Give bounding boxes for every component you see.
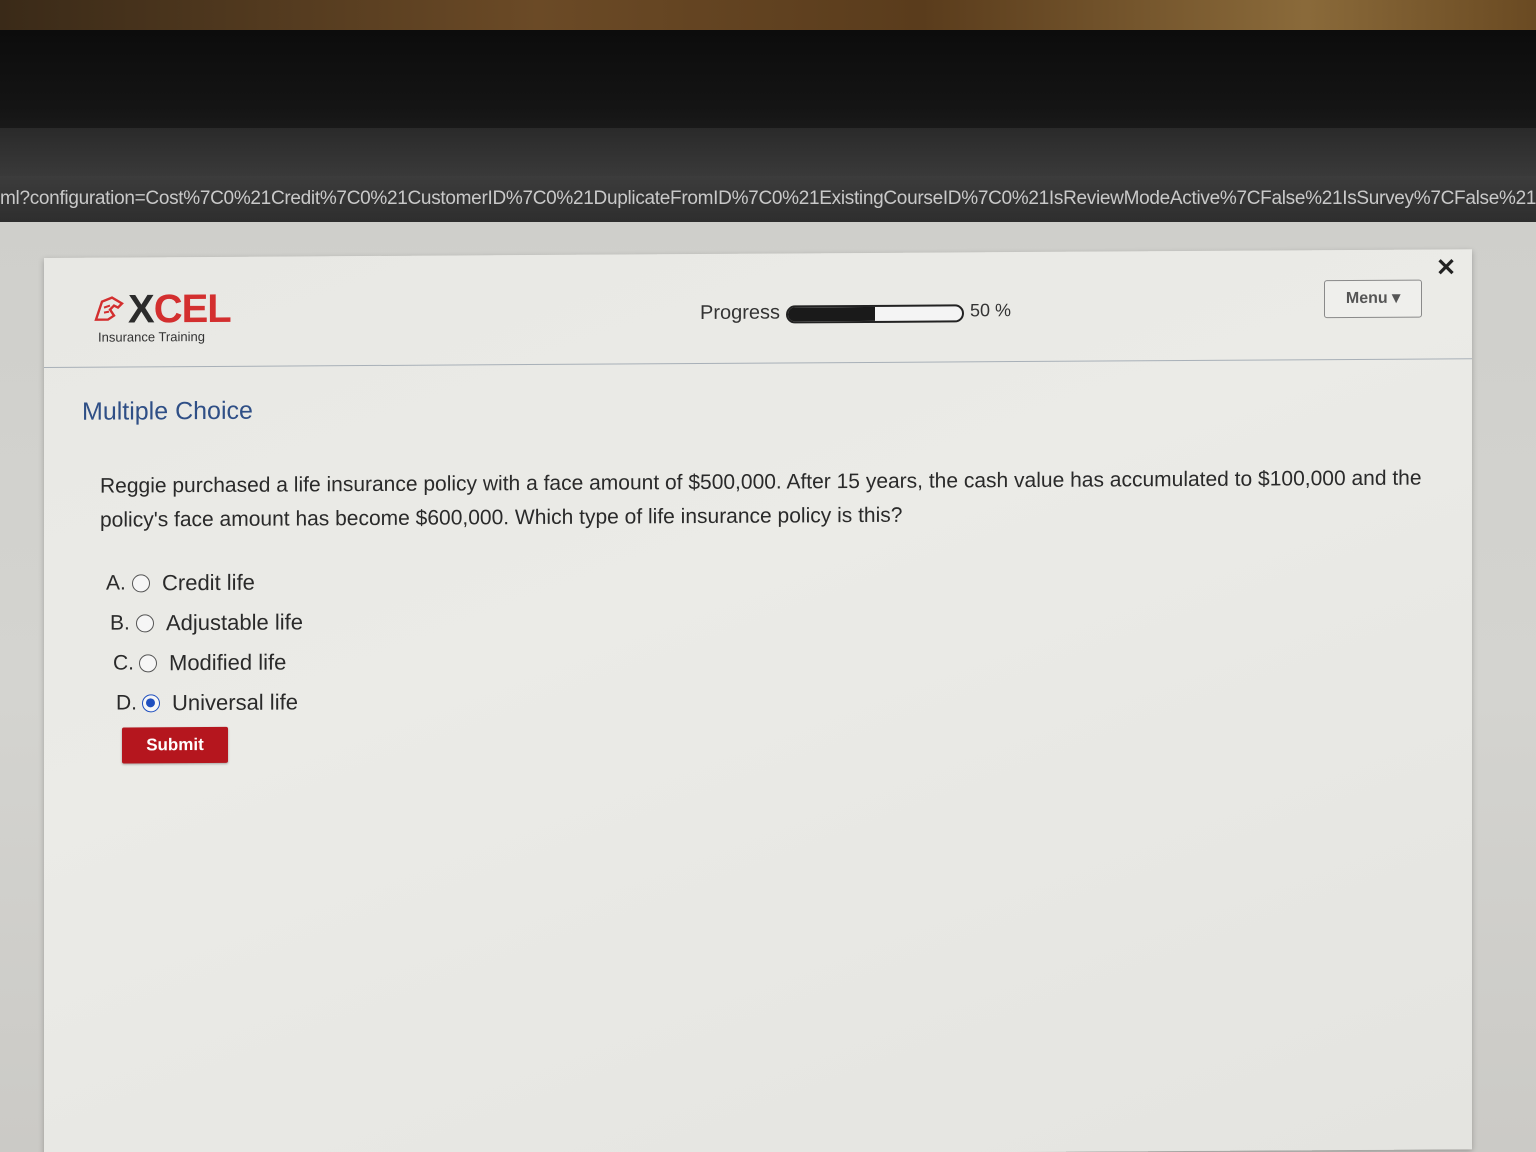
radio-button[interactable] xyxy=(136,614,154,633)
option-letter: A. xyxy=(106,571,126,595)
close-icon[interactable]: ✕ xyxy=(1436,253,1456,282)
monitor-bezel-lower xyxy=(0,128,1536,178)
answer-options: A. Credit life B. Adjustable life C. Mod… xyxy=(106,562,303,723)
option-d[interactable]: D. Universal life xyxy=(116,682,309,723)
logo-subtitle: Insurance Training xyxy=(98,329,205,345)
progress-percent: 50 % xyxy=(970,300,1012,321)
option-letter: D. xyxy=(116,691,137,715)
option-a[interactable]: A. Credit life xyxy=(106,562,299,603)
radio-button[interactable] xyxy=(139,654,157,673)
option-label[interactable]: Universal life xyxy=(172,689,298,716)
question-text: Reggie purchased a life insurance policy… xyxy=(100,466,1422,532)
course-window: XCEL Insurance Training Progress 50 % Me… xyxy=(44,249,1472,1152)
radio-button-selected[interactable] xyxy=(142,694,160,713)
progress-label: Progress xyxy=(700,301,781,324)
option-c[interactable]: C. Modified life xyxy=(113,642,306,683)
option-label[interactable]: Modified life xyxy=(169,650,286,677)
option-label[interactable]: Adjustable life xyxy=(166,609,303,636)
xcel-logo: XCEL Insurance Training xyxy=(92,287,252,348)
progress-bar-fill xyxy=(788,306,875,322)
progress-bar xyxy=(786,304,964,324)
radio-button[interactable] xyxy=(132,574,150,593)
course-header: XCEL Insurance Training Progress 50 % Me… xyxy=(44,249,1472,368)
section-title: Multiple Choice xyxy=(82,396,253,426)
address-bar[interactable]: ml?configuration=Cost%7C0%21Credit%7C0%2… xyxy=(0,176,1536,222)
address-bar-url[interactable]: ml?configuration=Cost%7C0%21Credit%7C0%2… xyxy=(0,188,1536,210)
progress-indicator: Progress 50 % xyxy=(700,296,1040,328)
lion-logo-icon xyxy=(94,296,124,321)
menu-button[interactable]: Menu ▾ xyxy=(1324,279,1422,319)
option-label[interactable]: Credit life xyxy=(162,570,255,597)
option-b[interactable]: B. Adjustable life xyxy=(110,602,303,643)
submit-button[interactable]: Submit xyxy=(122,726,228,764)
option-letter: B. xyxy=(110,611,130,635)
logo-wordmark: XCEL xyxy=(128,286,231,332)
option-letter: C. xyxy=(113,651,134,675)
monitor-bezel xyxy=(0,30,1536,140)
